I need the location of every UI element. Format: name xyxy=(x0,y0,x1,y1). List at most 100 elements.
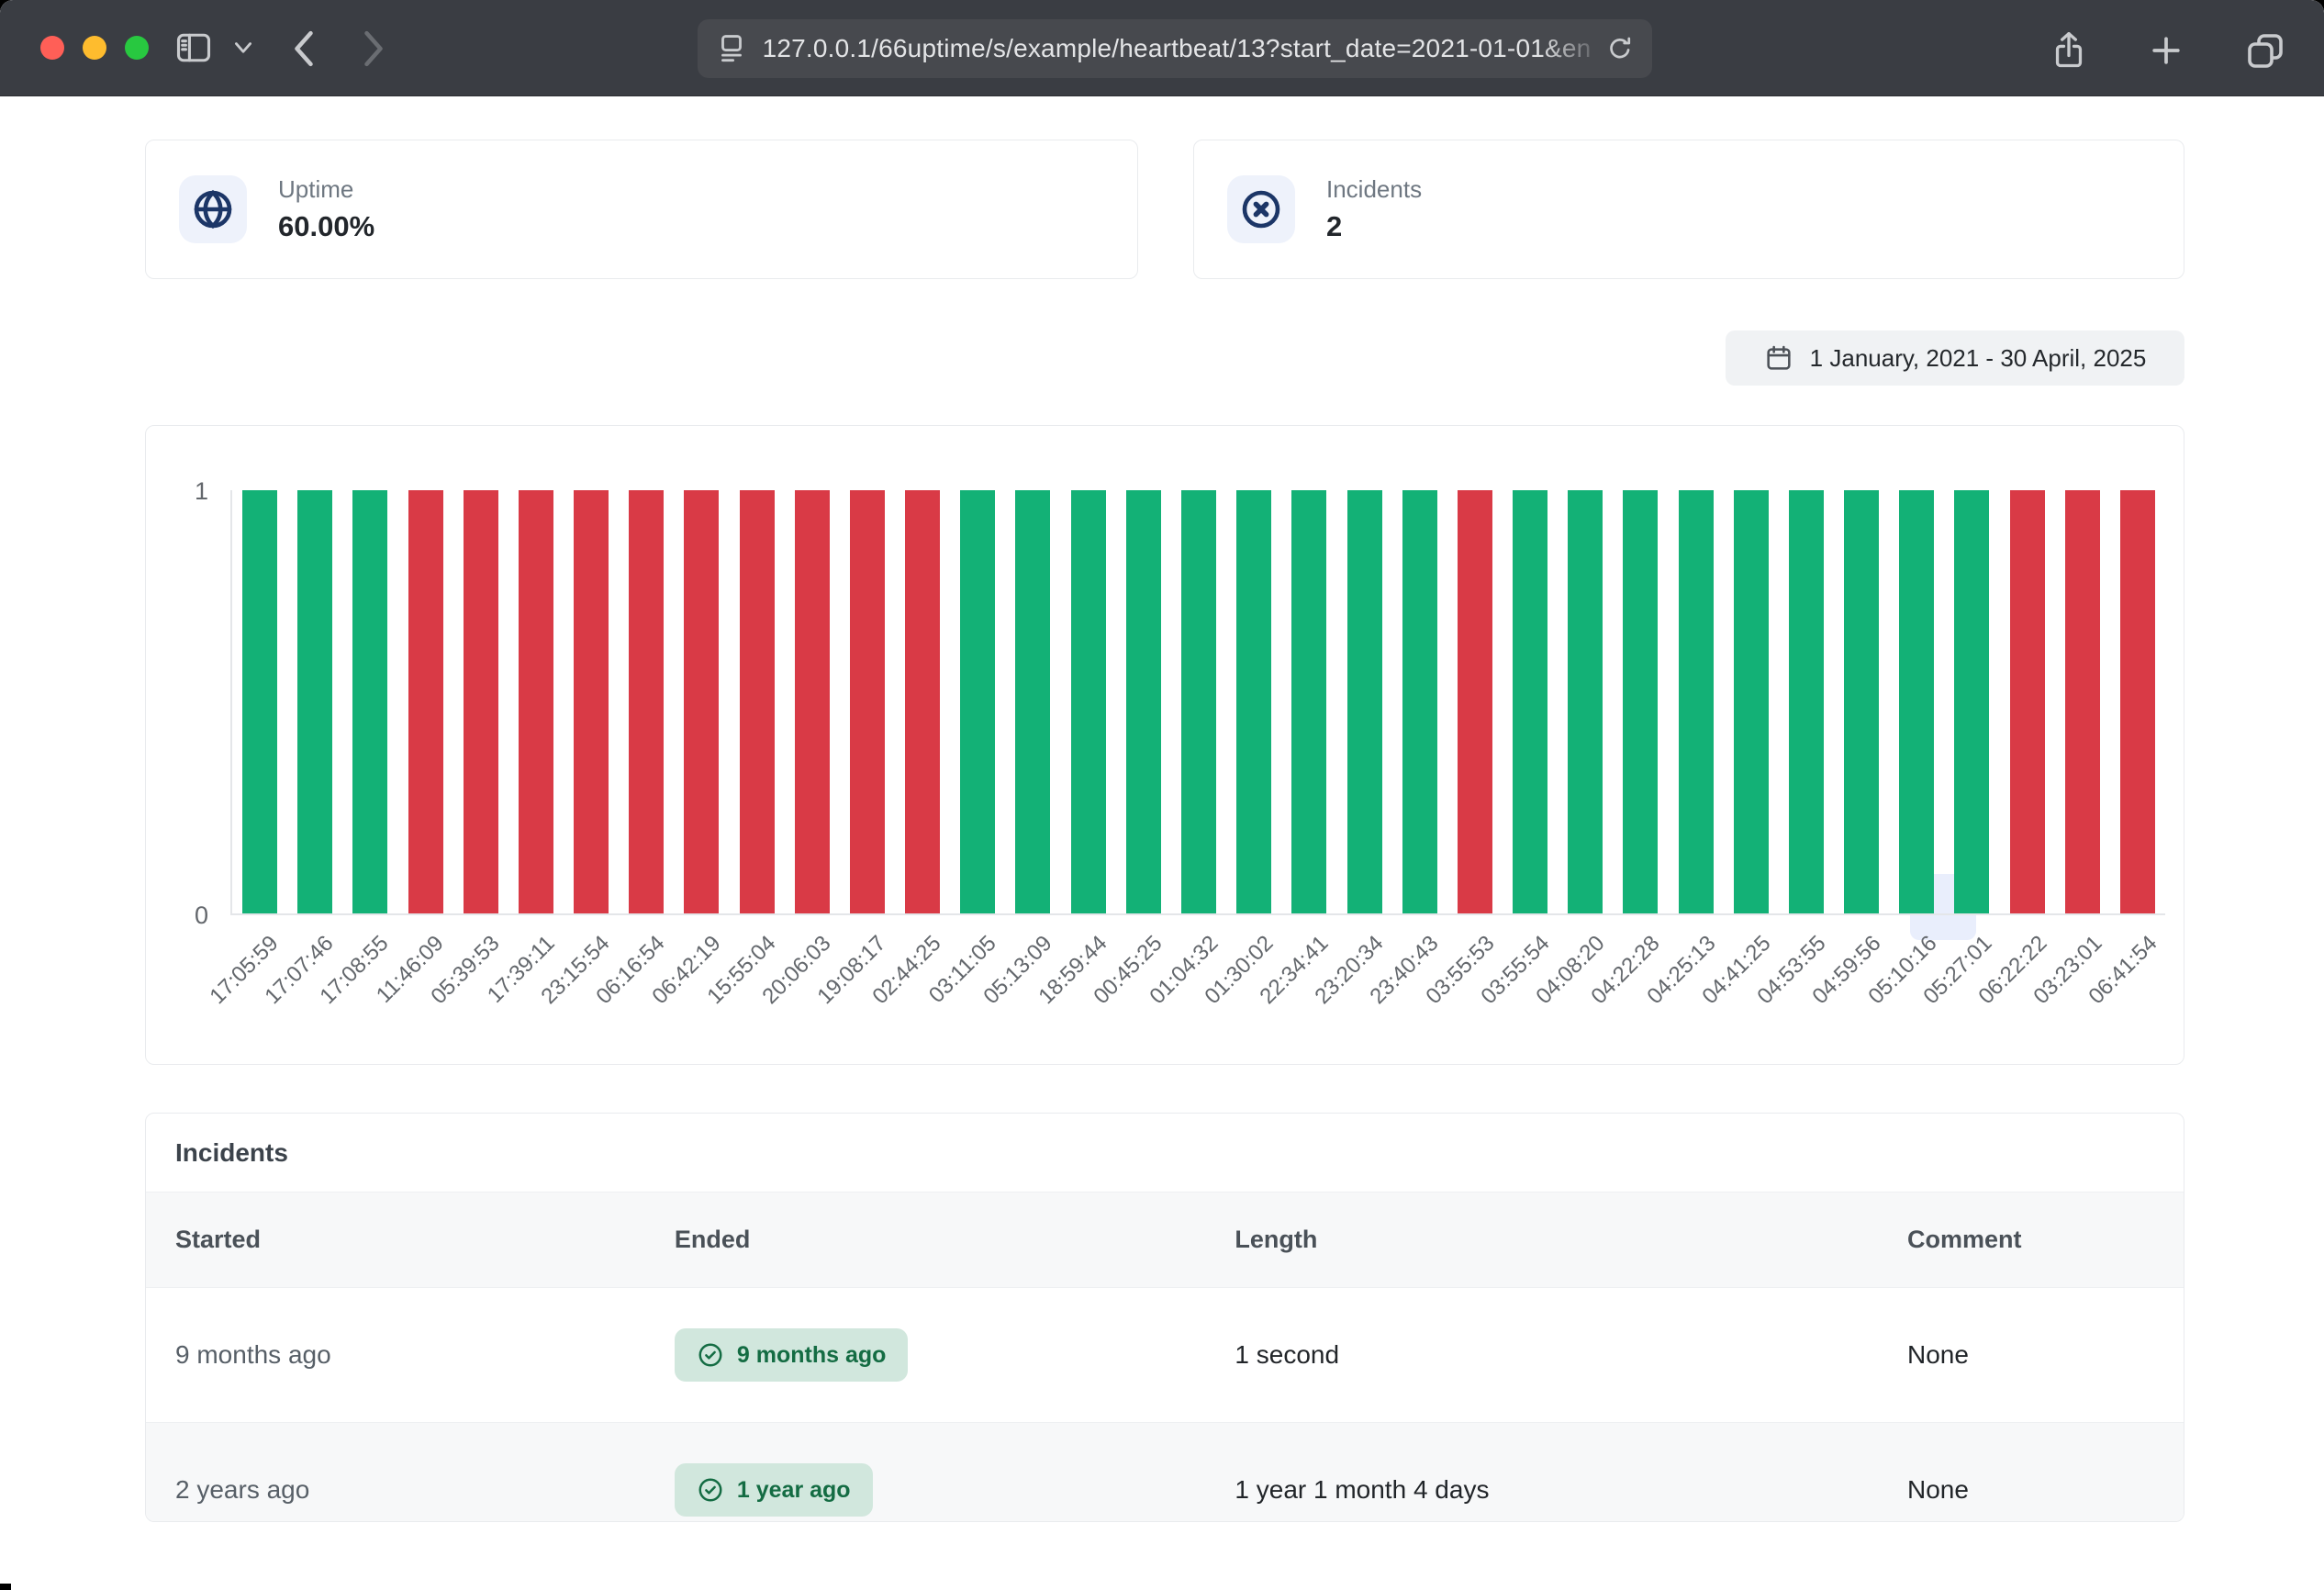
heartbeat-bar-00:45:25[interactable] xyxy=(1126,490,1161,913)
bar-slot xyxy=(619,490,674,913)
sidebar-toggle-button[interactable] xyxy=(173,28,215,68)
column-header-started: Started xyxy=(146,1192,645,1288)
share-icon[interactable] xyxy=(2049,28,2089,73)
cell-comment: None xyxy=(1878,1288,2184,1423)
heartbeat-bar-03:55:54[interactable] xyxy=(1513,490,1547,913)
ended-badge: 9 months ago xyxy=(675,1328,909,1382)
browser-toolbar: 127.0.0.1/66uptime/s/example/heartbeat/1… xyxy=(0,0,2324,96)
tab-overview-icon[interactable] xyxy=(2243,28,2287,73)
bar-slot xyxy=(1944,490,1999,913)
close-window-button[interactable] xyxy=(40,36,64,60)
chevron-down-icon xyxy=(231,40,255,57)
heartbeat-bar-11:46:09[interactable] xyxy=(408,490,443,913)
badge-label: 1 year ago xyxy=(737,1477,851,1504)
heartbeat-bar-04:41:25[interactable] xyxy=(1734,490,1769,913)
heartbeat-bar-17:05:59[interactable] xyxy=(242,490,277,913)
bar-slot xyxy=(1779,490,1834,913)
heartbeat-bar-03:23:01[interactable] xyxy=(2065,490,2100,913)
bar-slot xyxy=(1668,490,1723,913)
globe-icon xyxy=(191,187,235,231)
sidebar-menu-chevron[interactable] xyxy=(231,40,255,57)
y-tick-1: 1 xyxy=(162,477,208,506)
bar-slot xyxy=(1503,490,1558,913)
bar-slot xyxy=(1447,490,1503,913)
heartbeat-bar-04:22:28[interactable] xyxy=(1623,490,1658,913)
bar-slot xyxy=(2110,490,2165,913)
check-circle-icon xyxy=(697,1476,724,1504)
bar-slot xyxy=(1834,490,1889,913)
heartbeat-bar-05:13:09[interactable] xyxy=(1015,490,1050,913)
heartbeat-bar-04:53:55[interactable] xyxy=(1789,490,1824,913)
incidents-section-title: Incidents xyxy=(146,1114,2184,1192)
incidents-table-body: 9 months ago 9 months ago 1 secondNone2 … xyxy=(146,1288,2184,1523)
bar-slot xyxy=(674,490,729,913)
heartbeat-bar-05:27:01[interactable] xyxy=(1954,490,1989,913)
bar-slot xyxy=(1226,490,1281,913)
bar-slot xyxy=(342,490,397,913)
incidents-value: 2 xyxy=(1326,210,1422,243)
heartbeat-bar-06:42:19[interactable] xyxy=(684,490,719,913)
bar-slot xyxy=(1116,490,1171,913)
heartbeat-bar-20:06:03[interactable] xyxy=(795,490,830,913)
ended-badge: 1 year ago xyxy=(675,1463,873,1517)
bar-slot xyxy=(508,490,564,913)
heartbeat-bar-17:39:11[interactable] xyxy=(519,490,553,913)
sidebar-icon xyxy=(173,28,215,68)
heartbeat-bar-23:20:34[interactable] xyxy=(1347,490,1382,913)
bar-slot xyxy=(1281,490,1336,913)
bar-slot xyxy=(1724,490,1779,913)
heartbeat-bar-05:10:16[interactable] xyxy=(1899,490,1934,913)
cell-started: 9 months ago xyxy=(146,1288,645,1423)
heartbeat-bar-03:11:05[interactable] xyxy=(960,490,995,913)
date-range-button[interactable]: 1 January, 2021 - 30 April, 2025 xyxy=(1726,330,2184,386)
bar-slot xyxy=(1392,490,1447,913)
heartbeat-bar-03:55:53[interactable] xyxy=(1458,490,1492,913)
heartbeat-bar-02:44:25[interactable] xyxy=(905,490,940,913)
heartbeat-bar-15:55:04[interactable] xyxy=(740,490,775,913)
bar-slot xyxy=(950,490,1005,913)
uptime-value: 60.00% xyxy=(278,210,374,243)
bar-slot xyxy=(1171,490,1226,913)
bar-slot xyxy=(287,490,342,913)
reload-button[interactable] xyxy=(1604,33,1636,64)
page-settings-icon[interactable] xyxy=(714,31,749,66)
incidents-table-card: Incidents StartedEndedLengthComment 9 mo… xyxy=(145,1113,2184,1522)
heartbeat-bar-23:15:54[interactable] xyxy=(574,490,609,913)
heartbeat-bar-18:59:44[interactable] xyxy=(1071,490,1106,913)
url-display: 127.0.0.1/66uptime/s/example/heartbeat/1… xyxy=(749,34,1604,63)
heartbeat-bar-23:40:43[interactable] xyxy=(1402,490,1437,913)
cell-started: 2 years ago xyxy=(146,1423,645,1523)
x-circle-icon xyxy=(1239,187,1283,231)
zoom-window-button[interactable] xyxy=(125,36,149,60)
heartbeat-chart-card: 1 0 17:05:5917:07:4617:08:5511:46:0905:3… xyxy=(145,425,2184,1065)
heartbeat-bar-22:34:41[interactable] xyxy=(1291,490,1326,913)
heartbeat-bar-04:59:56[interactable] xyxy=(1844,490,1879,913)
screen-corner-artifact xyxy=(0,1584,11,1590)
forward-button[interactable] xyxy=(360,28,387,70)
heartbeat-bar-04:08:20[interactable] xyxy=(1568,490,1603,913)
heartbeat-bar-04:25:13[interactable] xyxy=(1679,490,1714,913)
heartbeat-bar-06:41:54[interactable] xyxy=(2120,490,2155,913)
back-button[interactable] xyxy=(290,28,318,70)
minimize-window-button[interactable] xyxy=(83,36,106,60)
badge-label: 9 months ago xyxy=(737,1342,887,1369)
heartbeat-bar-06:16:54[interactable] xyxy=(629,490,664,913)
heartbeat-bar-06:22:22[interactable] xyxy=(2010,490,2045,913)
chevron-right-icon xyxy=(360,28,387,70)
new-tab-icon[interactable] xyxy=(2146,30,2186,71)
incidents-label: Incidents xyxy=(1326,175,1422,204)
heartbeat-bar-01:04:32[interactable] xyxy=(1181,490,1216,913)
address-bar[interactable]: 127.0.0.1/66uptime/s/example/heartbeat/1… xyxy=(698,19,1652,78)
heartbeat-bar-19:08:17[interactable] xyxy=(850,490,885,913)
heartbeat-bar-01:30:02[interactable] xyxy=(1236,490,1271,913)
bar-slot xyxy=(232,490,287,913)
y-tick-0: 0 xyxy=(162,901,208,930)
heartbeat-bar-17:08:55[interactable] xyxy=(352,490,387,913)
bar-slot xyxy=(730,490,785,913)
heartbeat-bar-05:39:53[interactable] xyxy=(464,490,498,913)
heartbeat-bar-17:07:46[interactable] xyxy=(297,490,332,913)
bar-slot xyxy=(1558,490,1613,913)
cell-length: 1 year 1 month 4 days xyxy=(1205,1423,1878,1523)
date-range-label: 1 January, 2021 - 30 April, 2025 xyxy=(1810,344,2147,373)
bar-slot xyxy=(895,490,950,913)
